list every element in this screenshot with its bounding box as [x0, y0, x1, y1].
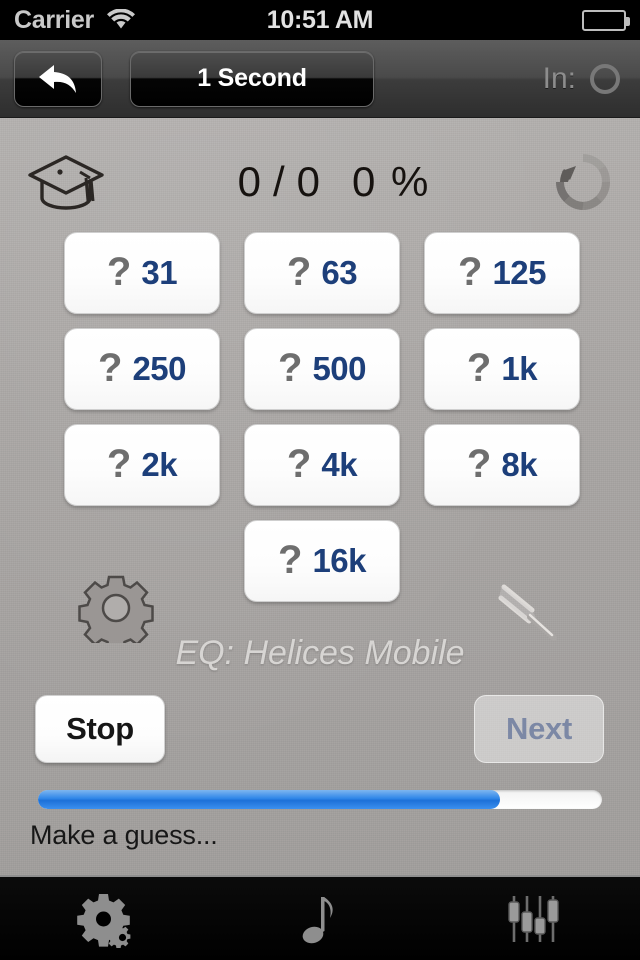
hint-text: Make a guess...	[30, 820, 218, 850]
question-mark-icon: ?	[106, 250, 132, 294]
music-note-icon	[290, 890, 350, 948]
frequency-button-16k[interactable]: ? 16k	[244, 520, 400, 602]
frequency-label: 2k	[141, 446, 178, 483]
frequency-button-63[interactable]: ? 63	[244, 232, 400, 314]
circular-refresh-icon[interactable]	[550, 149, 616, 215]
frequency-label: 63	[321, 254, 358, 291]
input-indicator-group[interactable]: In:	[543, 62, 626, 96]
duration-button[interactable]: 1 Second	[130, 50, 374, 107]
question-mark-icon: ?	[278, 538, 303, 582]
frequency-row: ? 250 ? 500 ? 1k	[64, 328, 580, 410]
gear-icon	[78, 575, 154, 643]
frequency-row: ? 31 ? 63 ? 125	[64, 232, 580, 314]
score-separator: /	[272, 158, 287, 205]
duration-label: 1 Second	[197, 64, 307, 92]
frequency-label: 31	[141, 254, 178, 291]
frequency-button-31[interactable]: ? 31	[64, 232, 220, 314]
stats-row: 0/0 0 %	[0, 140, 640, 224]
input-label: In:	[542, 61, 576, 95]
frequency-label: 500	[312, 350, 366, 387]
frequency-button-1k[interactable]: ? 1k	[424, 328, 580, 410]
score-display: 0/0 0 %	[108, 158, 550, 206]
tab-equalizer[interactable]	[427, 877, 640, 960]
main-content: 0/0 0 % ? 31 ? 63 ? 125 ? 250 ? 500 ? 1k…	[0, 118, 640, 875]
progress-bar-fill	[38, 790, 501, 809]
question-mark-icon: ?	[286, 442, 312, 486]
question-mark-icon: ?	[466, 346, 492, 390]
stop-button[interactable]: Stop	[35, 695, 165, 763]
frequency-label: 125	[492, 254, 546, 291]
stop-button-label: Stop	[66, 711, 134, 746]
next-button-label: Next	[506, 711, 572, 746]
frequency-label: 16k	[312, 542, 366, 579]
frequency-label: 250	[132, 350, 186, 387]
frequency-label: 1k	[501, 350, 538, 387]
frequency-row: ? 2k ? 4k ? 8k	[64, 424, 580, 506]
status-time: 10:51 AM	[266, 5, 374, 34]
score-total: 0	[296, 158, 322, 205]
question-mark-icon: ?	[286, 250, 312, 294]
frequency-button-8k[interactable]: ? 8k	[424, 424, 580, 506]
frequency-button-250[interactable]: ? 250	[64, 328, 220, 410]
equalizer-sliders-icon	[503, 890, 563, 948]
frequency-grid: ? 31 ? 63 ? 125 ? 250 ? 500 ? 1k ? 2k ? …	[64, 232, 580, 616]
navigation-toolbar: 1 Second In:	[0, 40, 640, 118]
app-screen: Carrier 10:51 AM 1 Second In: 0 / 0 0 % …	[0, 0, 640, 960]
next-button[interactable]: Next	[474, 695, 604, 763]
eq-preset-name: EQ: Helices Mobile	[175, 634, 465, 672]
graduation-cap-icon[interactable]	[24, 151, 108, 213]
tab-settings[interactable]	[0, 877, 213, 960]
status-bar: Carrier 10:51 AM	[0, 0, 640, 40]
back-arrow-icon	[36, 62, 80, 96]
eq-settings-button[interactable]	[78, 573, 154, 643]
circle-outline-icon	[590, 63, 620, 94]
score-percent: 0 %	[352, 158, 431, 205]
tab-bar	[0, 875, 640, 960]
frequency-label: 4k	[321, 446, 358, 483]
frequency-button-2k[interactable]: ? 2k	[64, 424, 220, 506]
battery-icon	[582, 9, 630, 31]
frequency-button-125[interactable]: ? 125	[424, 232, 580, 314]
question-mark-icon: ?	[458, 250, 483, 294]
question-mark-icon: ?	[278, 346, 303, 390]
frequency-label: 8k	[501, 446, 538, 483]
question-mark-icon: ?	[466, 442, 492, 486]
progress-bar[interactable]	[38, 790, 602, 809]
question-mark-icon: ?	[106, 442, 132, 486]
score-correct: 0	[237, 158, 263, 205]
question-mark-icon: ?	[98, 346, 123, 390]
back-button[interactable]	[14, 50, 102, 107]
tab-tone[interactable]	[213, 877, 426, 960]
frequency-button-4k[interactable]: ? 4k	[244, 424, 400, 506]
frequency-button-500[interactable]: ? 500	[244, 328, 400, 410]
status-right-group	[582, 9, 630, 31]
gears-settings-icon	[76, 890, 137, 948]
